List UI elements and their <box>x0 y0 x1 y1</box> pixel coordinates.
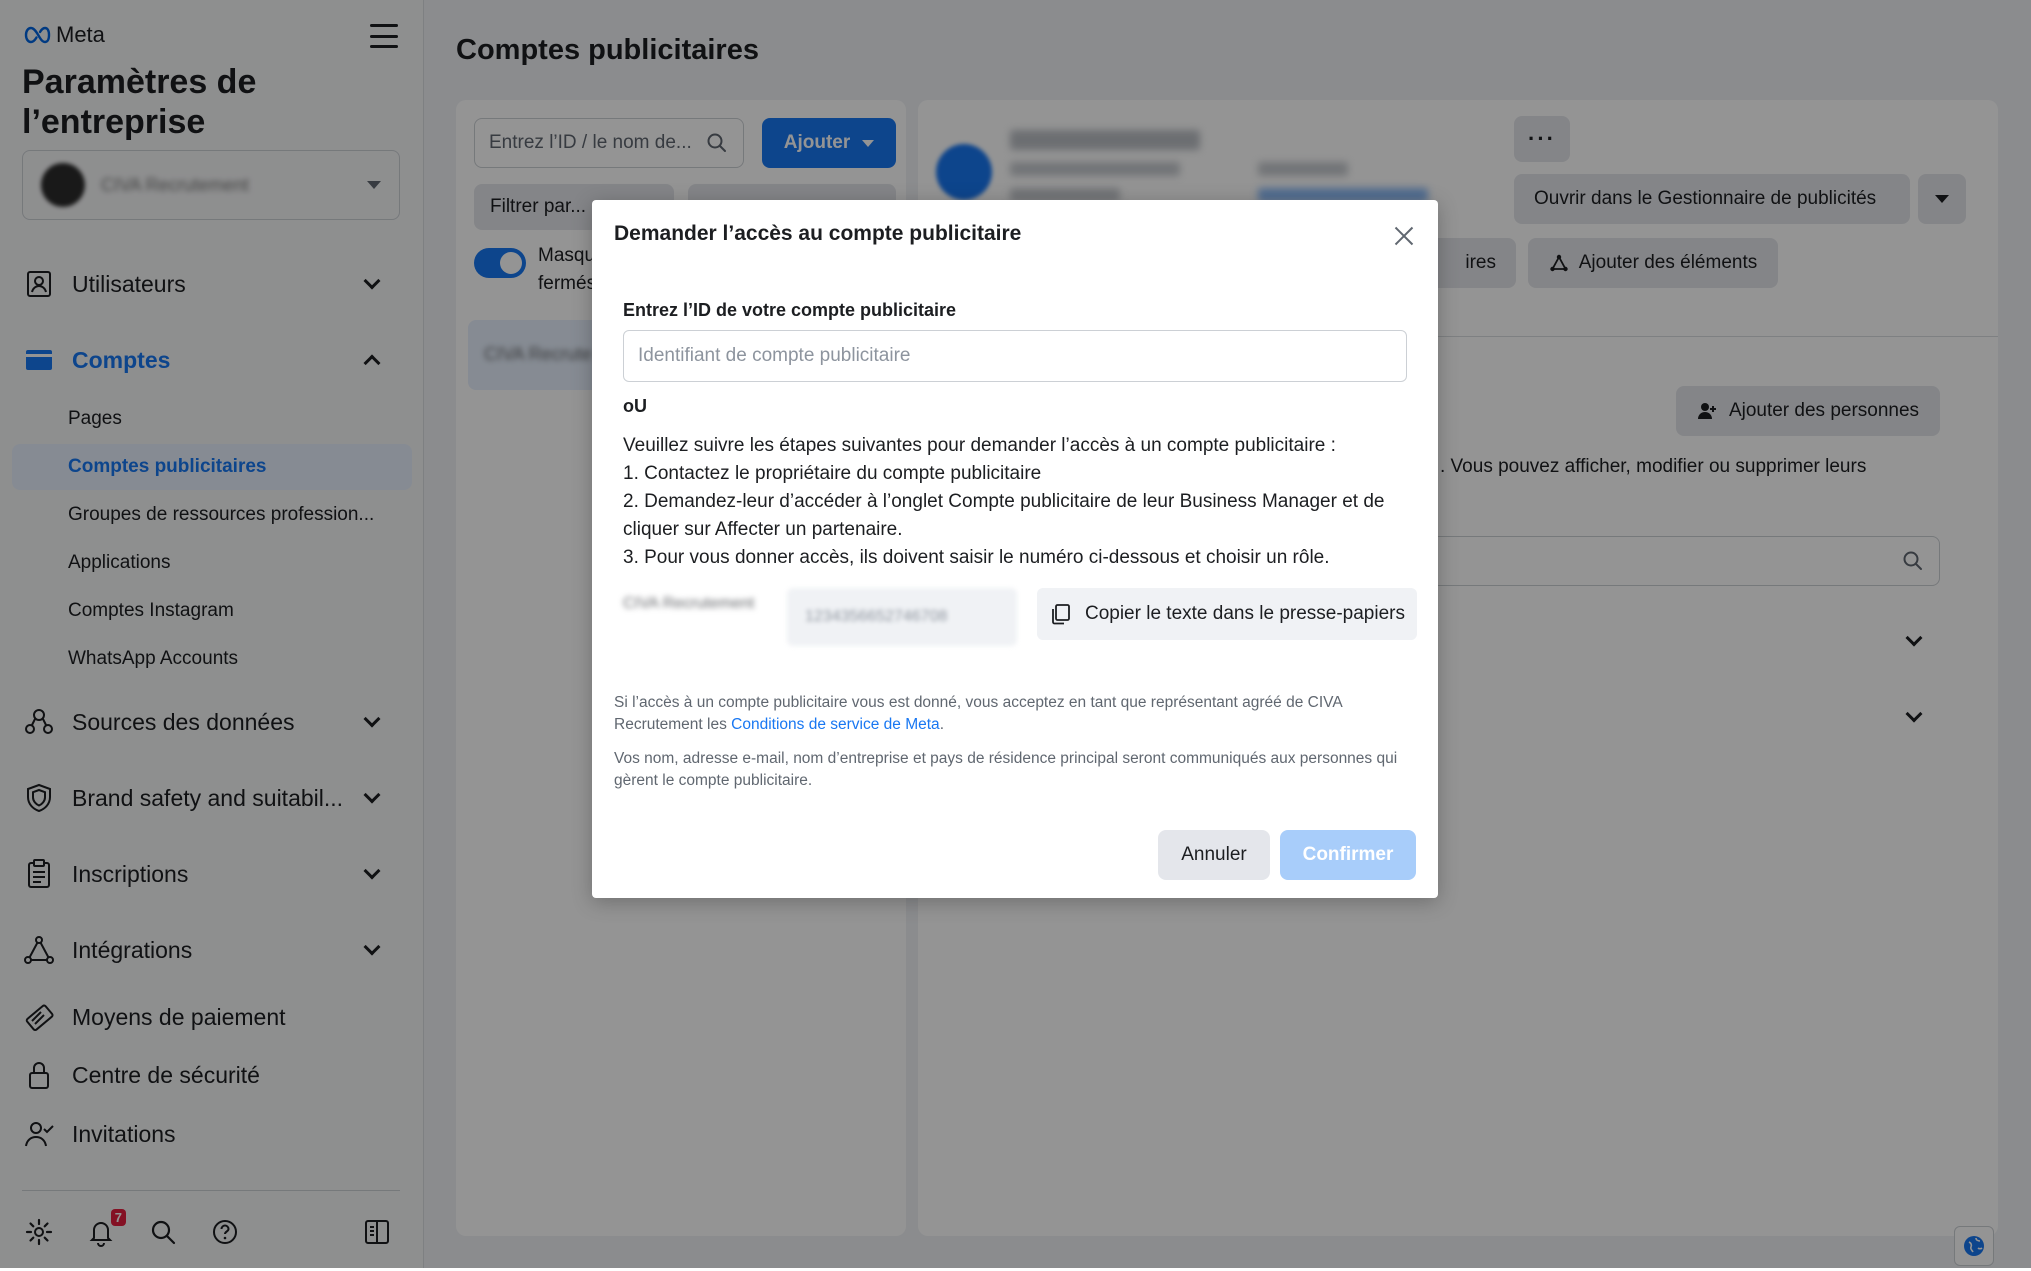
confirm-button[interactable]: Confirmer <box>1280 830 1416 880</box>
copy-button-label: Copier le texte dans le presse-papiers <box>1084 603 1405 624</box>
ad-account-id-input[interactable] <box>623 330 1407 382</box>
instructions: Veuillez suivre les étapes suivantes pou… <box>623 432 1413 572</box>
terms-notice: Si l’accès à un compte publicitaire vous… <box>614 692 1414 736</box>
terms-notice-end: . <box>939 716 944 733</box>
dialog-title: Demander l’accès au compte publicitaire <box>614 222 1022 245</box>
instructions-step-2: 2. Demandez-leur d’accéder à l’onglet Co… <box>623 491 1385 540</box>
instructions-step-1: 1. Contactez le propriétaire du compte p… <box>623 463 1042 484</box>
cancel-button[interactable]: Annuler <box>1158 830 1270 880</box>
privacy-notice: Vos nom, adresse e-mail, nom d’entrepris… <box>614 750 1398 789</box>
copy-to-clipboard-button[interactable]: Copier le texte dans le presse-papiers <box>1037 588 1417 640</box>
instructions-step-3: 3. Pour vous donner accès, ils doivent s… <box>623 547 1330 568</box>
business-id-row: CIVA Recrutement 1234356652746708 Copier… <box>623 588 1417 646</box>
request-access-dialog: Demander l’accès au compte publicitaire … <box>592 200 1438 898</box>
close-icon[interactable] <box>1390 222 1418 250</box>
terms-notice-text: Si l’accès à un compte publicitaire vous… <box>614 694 1342 733</box>
ad-account-id-label: Entrez l’ID de votre compte publicitaire <box>623 300 957 320</box>
or-separator: oU <box>623 396 647 416</box>
instructions-intro: Veuillez suivre les étapes suivantes pou… <box>623 435 1336 456</box>
copy-icon <box>1052 604 1070 625</box>
meta-terms-link[interactable]: Conditions de service de Meta <box>731 716 940 733</box>
business-id-field: 1234356652746708 <box>787 588 1017 646</box>
business-name-blurred: CIVA Recrutement <box>623 595 755 612</box>
